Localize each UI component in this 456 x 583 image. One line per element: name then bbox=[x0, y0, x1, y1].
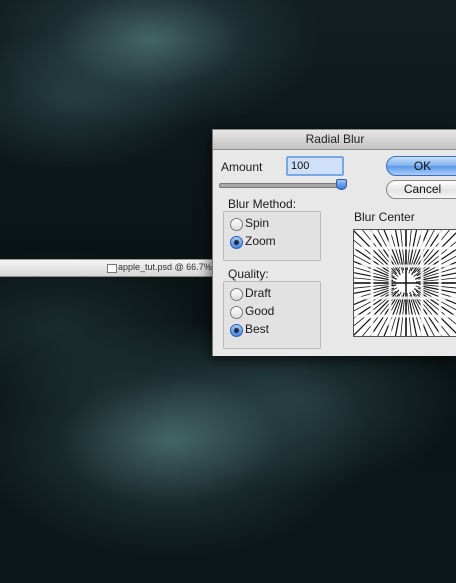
document-icon bbox=[107, 264, 117, 273]
best-label: Best bbox=[245, 322, 270, 336]
document-title: apple_tut.psd @ 66.7% bbox=[118, 262, 212, 272]
document-tab-bar[interactable]: apple_tut.psd @ 66.7% bbox=[0, 259, 215, 277]
best-radio[interactable] bbox=[230, 324, 243, 337]
draft-radio[interactable] bbox=[230, 288, 243, 301]
spin-label: Spin bbox=[245, 216, 270, 230]
blur-center-preview[interactable] bbox=[353, 229, 456, 337]
amount-slider-track[interactable] bbox=[219, 183, 345, 188]
good-label: Good bbox=[245, 304, 275, 318]
blur-method-group: Spin Zoom bbox=[223, 211, 321, 261]
amount-slider-thumb[interactable] bbox=[336, 179, 347, 190]
zoom-label: Zoom bbox=[245, 234, 276, 248]
ok-button[interactable]: OK bbox=[386, 156, 456, 176]
blur-method-label: Blur Method: bbox=[228, 197, 297, 211]
good-radio[interactable] bbox=[230, 306, 243, 319]
quality-label: Quality: bbox=[228, 267, 269, 281]
spin-radio[interactable] bbox=[230, 218, 243, 231]
cancel-button[interactable]: Cancel bbox=[386, 180, 456, 199]
amount-label: Amount bbox=[221, 160, 263, 174]
draft-label: Draft bbox=[245, 286, 272, 300]
radial-blur-dialog: Radial Blur Amount 100 OK Cancel Blur Me… bbox=[212, 129, 456, 356]
zoom-pattern-icon bbox=[354, 230, 456, 336]
blur-center-label: Blur Center bbox=[354, 210, 415, 224]
amount-input[interactable]: 100 bbox=[286, 156, 344, 176]
zoom-radio[interactable] bbox=[230, 236, 243, 249]
quality-group: Draft Good Best bbox=[223, 281, 321, 349]
dialog-title: Radial Blur bbox=[213, 130, 456, 150]
